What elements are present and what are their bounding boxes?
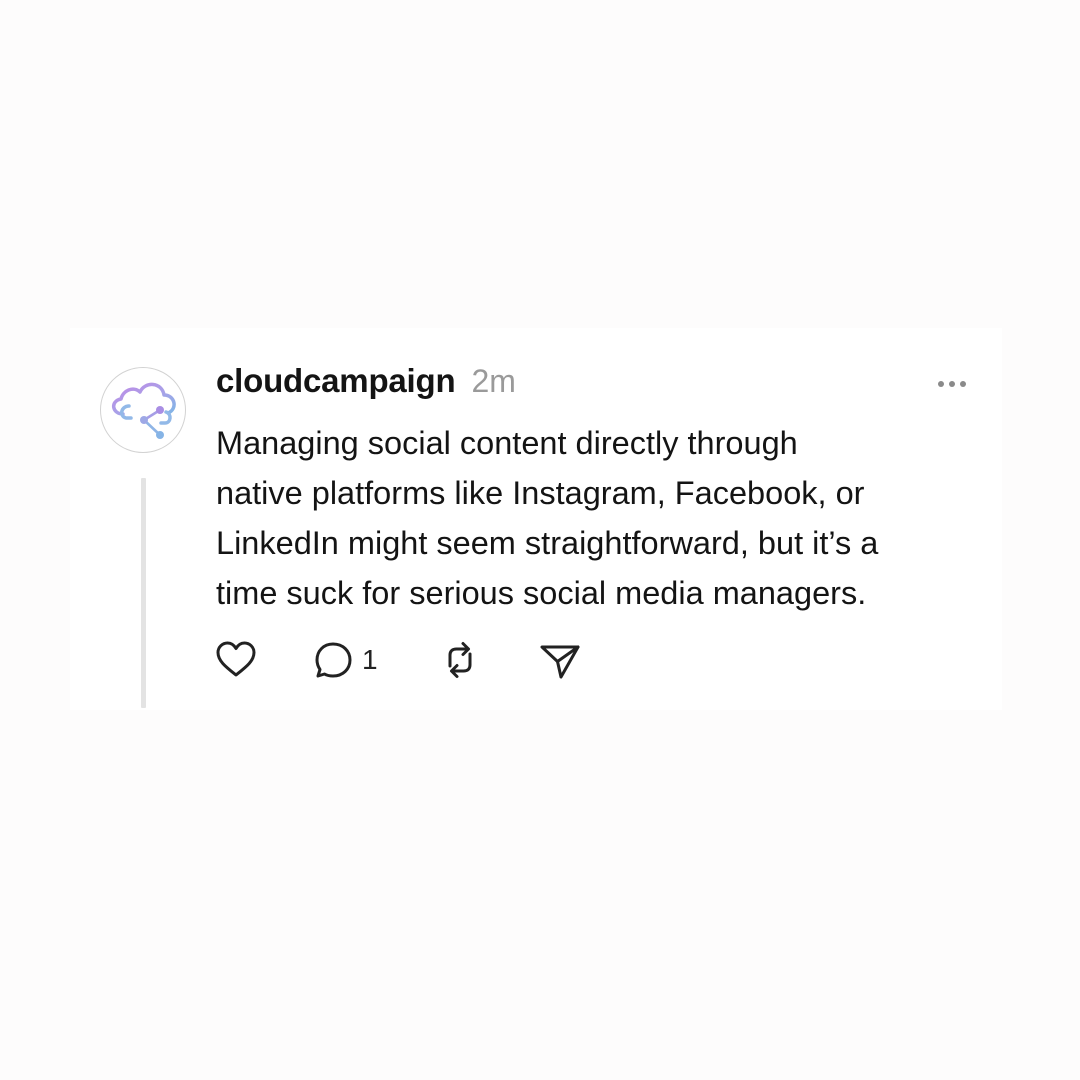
post-text-line: native platforms like Instagram, Faceboo… — [216, 475, 865, 511]
like-button[interactable] — [214, 638, 258, 682]
reply-count: 1 — [362, 644, 378, 675]
post-text: Managing social content directly through… — [216, 418, 996, 618]
more-options-button[interactable] — [932, 372, 972, 396]
send-icon — [540, 645, 580, 679]
post-header: cloudcampaign 2m — [216, 362, 516, 406]
share-button[interactable] — [538, 638, 582, 682]
more-horizontal-icon — [960, 381, 966, 387]
thread-line — [141, 478, 146, 708]
post-text-line: LinkedIn might seem straightforward, but… — [216, 525, 879, 561]
repost-button[interactable] — [438, 638, 482, 682]
post-text-line: time suck for serious social media manag… — [216, 575, 867, 611]
cloud-share-logo-icon — [112, 382, 176, 439]
avatar[interactable] — [100, 367, 186, 453]
comment-icon — [315, 642, 352, 678]
username[interactable]: cloudcampaign — [216, 362, 456, 400]
more-horizontal-icon — [949, 381, 955, 387]
timestamp: 2m — [471, 363, 516, 399]
reply-button[interactable]: 1 — [314, 638, 378, 682]
heart-icon — [216, 641, 256, 677]
post-text-line: Managing social content directly through — [216, 425, 798, 461]
more-horizontal-icon — [938, 381, 944, 387]
repost-icon — [448, 642, 472, 678]
